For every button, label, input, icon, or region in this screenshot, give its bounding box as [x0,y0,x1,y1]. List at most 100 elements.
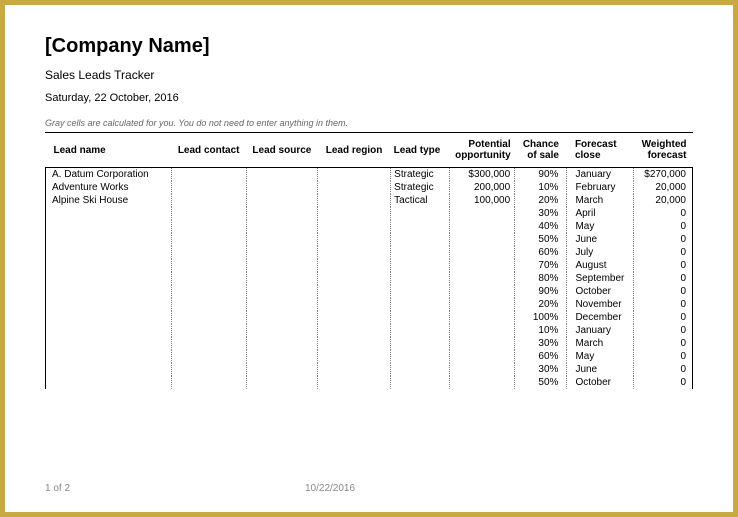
cell: 40% [515,220,567,233]
cell [391,272,450,285]
cell [171,298,246,311]
cell [246,207,317,220]
cell: 0 [634,324,693,337]
cell [46,337,172,350]
table-row: 30%March0 [46,337,693,350]
cell [317,168,390,182]
page-footer: 1 of 2 10/22/2016 [45,483,693,494]
cell [391,207,450,220]
leads-table: Lead name Lead contact Lead source Lead … [45,133,693,389]
table-row: 20%November0 [46,298,693,311]
cell [171,324,246,337]
cell [391,363,450,376]
cell: March [567,337,634,350]
cell: 90% [515,168,567,182]
cell: Adventure Works [46,181,172,194]
col-potential: Potential opportunity [449,133,514,168]
cell: 0 [634,350,693,363]
leads-table-wrap: Lead name Lead contact Lead source Lead … [45,132,693,389]
col-weighted: Weighted forecast [634,133,693,168]
col-lead-region: Lead region [317,133,390,168]
cell: 70% [515,259,567,272]
cell [171,363,246,376]
cell: 0 [634,233,693,246]
cell [317,311,390,324]
cell [317,207,390,220]
cell: 0 [634,298,693,311]
cell [171,233,246,246]
cell [317,324,390,337]
cell: 100% [515,311,567,324]
cell [246,246,317,259]
cell [317,233,390,246]
cell [391,259,450,272]
cell: $300,000 [449,168,514,182]
cell: 0 [634,337,693,350]
cell [246,168,317,182]
cell: 30% [515,363,567,376]
cell: 0 [634,220,693,233]
cell [449,207,514,220]
cell [449,259,514,272]
cell [171,376,246,389]
table-row: 60%May0 [46,350,693,363]
table-row: Alpine Ski HouseTactical100,00020%March2… [46,194,693,207]
note-text: Gray cells are calculated for you. You d… [45,118,693,128]
cell [171,207,246,220]
table-row: 30%June0 [46,363,693,376]
cell [391,285,450,298]
cell: April [567,207,634,220]
cell [46,376,172,389]
cell: September [567,272,634,285]
cell [46,272,172,285]
footer-date: 10/22/2016 [305,483,355,494]
report-date: Saturday, 22 October, 2016 [45,92,693,104]
cell [46,259,172,272]
table-body: A. Datum CorporationStrategic$300,00090%… [46,168,693,390]
cell: 10% [515,324,567,337]
cell [246,220,317,233]
cell [171,181,246,194]
cell [246,259,317,272]
cell [171,285,246,298]
cell: November [567,298,634,311]
cell [171,311,246,324]
table-row: 50%October0 [46,376,693,389]
cell [246,363,317,376]
cell: January [567,168,634,182]
cell: 60% [515,246,567,259]
cell: 30% [515,337,567,350]
cell [317,298,390,311]
cell [317,363,390,376]
table-row: A. Datum CorporationStrategic$300,00090%… [46,168,693,182]
cell [391,233,450,246]
cell: February [567,181,634,194]
cell: Tactical [391,194,450,207]
table-header-row: Lead name Lead contact Lead source Lead … [46,133,693,168]
cell: $270,000 [634,168,693,182]
cell [449,233,514,246]
cell [391,220,450,233]
cell [317,376,390,389]
cell [171,246,246,259]
cell: 0 [634,207,693,220]
cell [46,285,172,298]
cell [449,285,514,298]
cell [317,272,390,285]
cell [171,350,246,363]
cell: 20% [515,298,567,311]
cell: 0 [634,259,693,272]
cell: October [567,376,634,389]
cell [391,376,450,389]
cell: January [567,324,634,337]
cell [449,246,514,259]
cell [46,363,172,376]
cell: 50% [515,233,567,246]
cell [46,298,172,311]
page-number: 1 of 2 [45,483,305,494]
cell: December [567,311,634,324]
cell [317,246,390,259]
cell [449,376,514,389]
cell [391,298,450,311]
cell: 60% [515,350,567,363]
